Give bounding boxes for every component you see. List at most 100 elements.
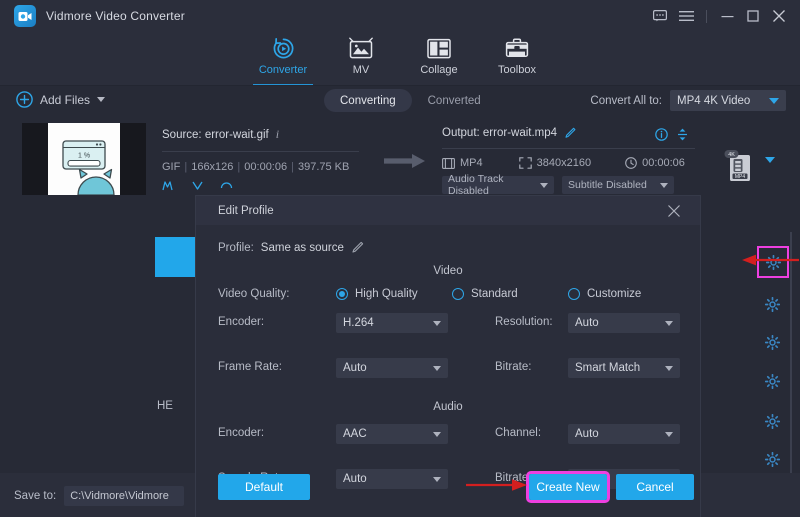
clock-icon [625, 157, 637, 169]
tab-converter[interactable]: Converter [244, 32, 322, 86]
badge-quality-text: 4K [728, 152, 735, 158]
radio-dot-icon [336, 288, 348, 300]
gear-icon [765, 335, 780, 350]
audio-track-dropdown[interactable]: Audio Track Disabled [442, 176, 554, 194]
radio-standard[interactable]: Standard [452, 288, 518, 300]
video-encoder-label-wrap: Encoder: [218, 316, 264, 328]
radio-high-quality-label: High Quality [355, 288, 418, 300]
video-bitrate-value: Smart Match [575, 362, 640, 374]
minimize-icon[interactable] [714, 0, 740, 32]
output-track-dropdowns: Audio Track Disabled Subtitle Disabled [442, 176, 712, 194]
info-circle-icon[interactable] [655, 128, 668, 141]
output-metadata: MP4 3840x2160 [442, 157, 712, 169]
output-filename-row: Output: error-wait.mp4 [442, 127, 712, 139]
create-new-button[interactable]: Create New [529, 474, 607, 500]
svg-text:1 %: 1 % [78, 153, 90, 160]
output-format-badge[interactable]: MP4 4K [722, 149, 756, 183]
rail-scrollbar[interactable] [790, 232, 792, 502]
effects-icon [191, 180, 204, 191]
chevron-down-icon[interactable] [97, 97, 105, 102]
tab-collage[interactable]: Collage [400, 32, 478, 86]
chevron-down-icon [665, 432, 673, 437]
video-bitrate-label: Bitrate: [495, 361, 531, 373]
source-column: Source: error-wait.gif i GIF|166x126|00:… [162, 127, 377, 191]
gear-icon-5[interactable] [758, 407, 786, 435]
gear-icon [765, 297, 780, 312]
chevron-down-icon [665, 366, 673, 371]
edit-profile-dialog: Edit Profile Profile: Same as source Vid… [196, 196, 700, 517]
profile-row: Profile: Same as source [218, 241, 700, 254]
hamburger-menu-icon[interactable] [673, 0, 699, 32]
video-bitrate-dropdown[interactable]: Smart Match [568, 358, 680, 378]
source-format: GIF [162, 161, 180, 173]
info-icon[interactable]: i [276, 127, 279, 142]
chevron-down-icon [433, 366, 441, 371]
mv-icon [348, 35, 374, 61]
output-filename: Output: error-wait.mp4 [442, 127, 557, 139]
chevron-down-icon [433, 321, 441, 326]
gear-icon [765, 374, 780, 389]
edit-pencil-icon[interactable] [351, 241, 364, 254]
obscured-text-he-2: HE [157, 400, 173, 412]
audio-channel-dropdown[interactable]: Auto [568, 424, 680, 444]
maximize-icon[interactable] [740, 0, 766, 32]
convert-all-to-group: Convert All to: MP4 4K Video [590, 90, 786, 111]
audio-encoder-dropdown[interactable]: AAC [336, 424, 448, 444]
audio-encoder-label: Encoder: [218, 427, 264, 439]
source-metadata: GIF|166x126|00:00:06|397.75 KB [162, 161, 377, 173]
audio-channel-value: Auto [575, 428, 599, 440]
gear-icon-3[interactable] [758, 328, 786, 356]
edit-pencil-icon[interactable] [564, 127, 576, 139]
format-badge-chevron-icon[interactable] [765, 163, 775, 177]
swap-vertical-icon[interactable] [677, 128, 688, 141]
dialog-title: Edit Profile [218, 205, 274, 217]
audio-encoder-value: AAC [343, 428, 367, 440]
video-framerate-label-wrap: Frame Rate: [218, 361, 282, 373]
default-button[interactable]: Default [218, 474, 310, 500]
file-row: 1 % Source: error-wait.gif i GIF|166x126… [10, 123, 710, 201]
tab-mv[interactable]: MV [322, 32, 400, 86]
feedback-icon[interactable] [647, 0, 673, 32]
video-resolution-dropdown[interactable]: Auto [568, 313, 680, 333]
video-framerate-label: Frame Rate: [218, 361, 282, 373]
convert-all-to-dropdown[interactable]: MP4 4K Video [670, 90, 786, 111]
tab-converting[interactable]: Converting [324, 89, 412, 112]
radio-standard-label: Standard [471, 288, 518, 300]
video-encoder-label: Encoder: [218, 316, 264, 328]
audio-track-value: Audio Track Disabled [448, 173, 540, 197]
title-bar: Vidmore Video Converter [0, 0, 800, 32]
source-duration: 00:00:06 [244, 161, 287, 173]
save-to-label: Save to: [14, 490, 56, 502]
dialog-close-icon[interactable] [660, 196, 688, 225]
save-to-path-input[interactable]: C:\Vidmore\Vidmore [64, 486, 184, 506]
gear-icon [766, 255, 781, 270]
convert-arrow-icon [384, 153, 428, 169]
cancel-button[interactable]: Cancel [616, 474, 694, 500]
dialog-buttons: Default Create New Cancel [196, 474, 700, 500]
gear-icon-6[interactable] [758, 445, 786, 473]
audio-channel-label-wrap: Channel: [495, 427, 541, 439]
app-logo-icon [14, 5, 36, 27]
convert-all-to-label: Convert All to: [590, 95, 662, 107]
tab-converted[interactable]: Converted [412, 89, 497, 112]
video-quality-label: Video Quality: [218, 288, 289, 300]
cut-icon [162, 180, 175, 191]
close-icon[interactable] [766, 0, 792, 32]
gear-icon-1[interactable] [759, 248, 787, 276]
output-format: MP4 [460, 157, 483, 169]
gear-icon-2[interactable] [758, 290, 786, 318]
audio-settings-grid: Encoder: AAC Channel: Auto Sample Rate: … [196, 424, 700, 480]
video-encoder-dropdown[interactable]: H.264 [336, 313, 448, 333]
video-framerate-dropdown[interactable]: Auto [336, 358, 448, 378]
radio-high-quality[interactable]: High Quality [336, 288, 418, 300]
window-controls [647, 0, 792, 32]
subtitle-dropdown[interactable]: Subtitle Disabled [562, 176, 674, 194]
add-files-button[interactable]: Add Files [16, 91, 105, 108]
radio-customize[interactable]: Customize [568, 288, 641, 300]
tab-toolbox[interactable]: Toolbox [478, 32, 556, 86]
gear-icon-4[interactable] [758, 367, 786, 395]
gear-icon [765, 414, 780, 429]
audio-encoder-label-wrap: Encoder: [218, 427, 264, 439]
convert-all-to-value: MP4 4K Video [677, 95, 750, 107]
application-window: Vidmore Video Converter [0, 0, 800, 517]
